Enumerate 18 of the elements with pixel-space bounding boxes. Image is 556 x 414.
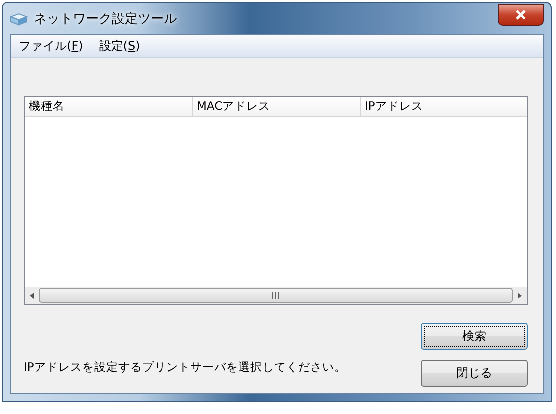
scroll-right-icon[interactable] bbox=[516, 292, 524, 300]
close-icon bbox=[515, 10, 527, 20]
scroll-left-icon[interactable] bbox=[28, 292, 36, 300]
grip-icon bbox=[272, 292, 280, 299]
scroll-thumb[interactable] bbox=[39, 288, 513, 303]
device-list[interactable]: 機種名 MACアドレス IPアドレス bbox=[24, 96, 528, 305]
app-icon bbox=[10, 12, 28, 26]
instruction-text: IPアドレスを設定するプリントサーバを選択してください。 bbox=[24, 360, 346, 374]
column-header[interactable]: 機種名 bbox=[25, 97, 193, 116]
window-title: ネットワーク設定ツール bbox=[34, 10, 177, 28]
search-button[interactable]: 検索 bbox=[421, 323, 528, 350]
menu-item[interactable]: ファイル(F) bbox=[13, 36, 90, 56]
column-header[interactable]: MACアドレス bbox=[193, 97, 361, 116]
column-header[interactable]: IPアドレス bbox=[361, 97, 527, 116]
close-dialog-button[interactable]: 閉じる bbox=[421, 360, 528, 387]
horizontal-scrollbar[interactable] bbox=[25, 287, 527, 304]
menu-item[interactable]: 設定(S) bbox=[93, 36, 146, 56]
close-button[interactable] bbox=[498, 4, 544, 26]
